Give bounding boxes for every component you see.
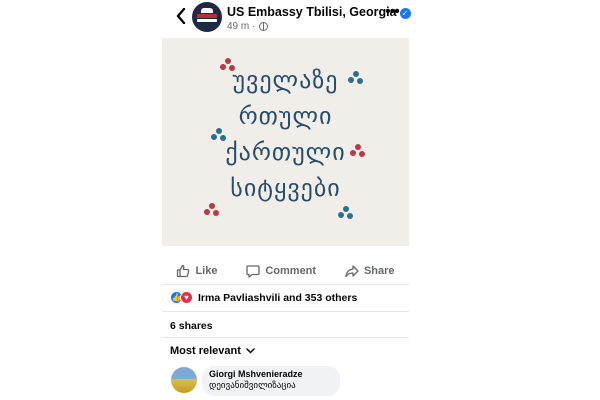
comment-sort-dropdown[interactable]: Most relevant [170, 345, 255, 357]
verified-badge-icon: ✓ [399, 8, 411, 19]
back-button[interactable] [172, 6, 190, 26]
reactions-summary[interactable]: 👍 ♥ Irma Pavliashvili and 353 others [170, 291, 357, 304]
comment-label: Comment [265, 265, 317, 277]
page-name[interactable]: US Embassy Tbilisi, Georgia ✓ [227, 5, 411, 19]
comment-text: დეივანიშვილიზაცია [209, 381, 296, 391]
post-card: US Embassy Tbilisi, Georgia ✓ 49 m · ••• … [162, 0, 411, 400]
globe-icon [259, 22, 269, 31]
love-reaction-icon: ♥ [180, 291, 193, 304]
like-label: Like [195, 265, 218, 277]
dots-decoration-teal-3 [338, 206, 354, 220]
poem-line: უველაზე [232, 66, 339, 94]
page-avatar[interactable] [192, 2, 222, 32]
divider [162, 337, 409, 338]
divider [162, 311, 409, 312]
comment-button[interactable]: Comment [246, 264, 316, 278]
chevron-left-icon [176, 8, 186, 24]
more-options-button[interactable]: ••• [384, 4, 400, 22]
action-bar: Like Comment Share [162, 258, 409, 285]
share-button[interactable]: Share [345, 264, 395, 278]
comment-icon [246, 265, 260, 278]
comment-author[interactable]: Giorgi Mshvenieradze [209, 369, 333, 379]
timestamp: 49 m · [227, 21, 256, 32]
shares-count[interactable]: 6 shares [170, 320, 213, 332]
like-button[interactable]: Like [176, 264, 217, 278]
post-image[interactable]: უველაზე რთული ქართული სიტყვები [162, 38, 409, 246]
thumbs-up-icon [177, 264, 190, 278]
share-label: Share [363, 265, 395, 277]
poem-line: ქართული [225, 138, 346, 166]
poem-text: უველაზე რთული ქართული სიტყვები [162, 62, 409, 206]
share-arrow-icon [345, 265, 359, 278]
comment-bubble[interactable]: Giorgi Mshvenieradze დეივანიშვილიზაცია [202, 366, 340, 396]
poem-line: სიტყვები [230, 174, 341, 202]
poem-line: რთული [238, 102, 333, 130]
commenter-avatar[interactable] [171, 367, 197, 393]
chevron-down-icon [246, 348, 255, 354]
page-name-text: US Embassy Tbilisi, Georgia [227, 5, 397, 19]
reactions-text: Irma Pavliashvili and 353 others [198, 291, 358, 304]
sort-label: Most relevant [170, 345, 241, 357]
post-meta: 49 m · [227, 21, 269, 32]
